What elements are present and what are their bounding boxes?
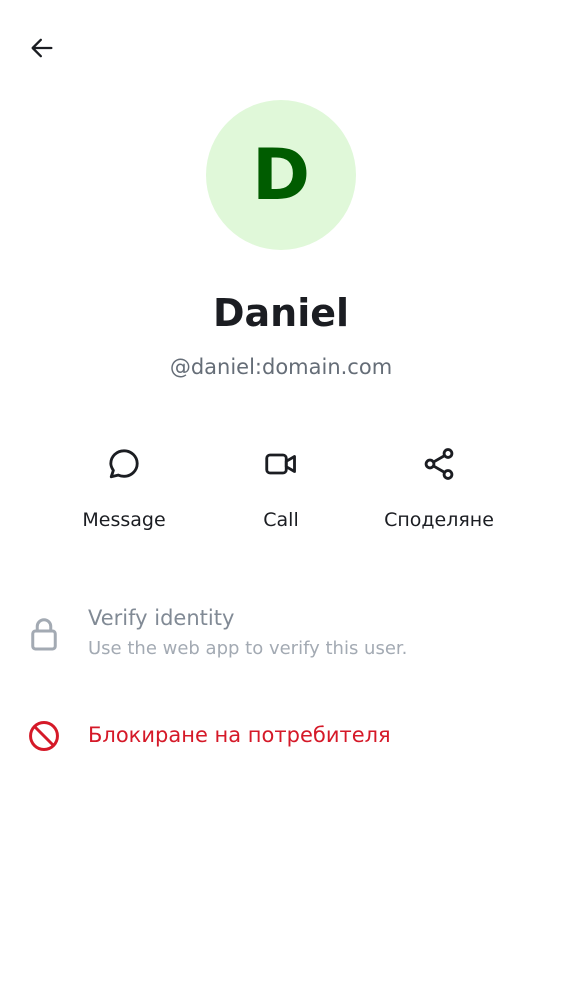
verify-identity-row: Verify identity Use the web app to verif…	[0, 598, 562, 670]
block-user-label: Блокиране на потребителя	[88, 723, 391, 747]
display-name: Daniel	[212, 291, 350, 335]
arrow-left-icon	[28, 34, 56, 67]
share-label: Споделяне	[384, 509, 494, 531]
lock-icon	[26, 616, 62, 652]
avatar: D	[206, 100, 356, 250]
avatar-initial: D	[251, 134, 311, 216]
block-icon	[26, 718, 62, 754]
user-id: @daniel:domain.com	[169, 355, 393, 379]
video-camera-icon	[257, 440, 305, 488]
call-label: Call	[263, 509, 299, 531]
block-user-button[interactable]: Блокиране на потребителя	[0, 712, 562, 760]
call-button[interactable]: Call	[201, 440, 361, 550]
back-button[interactable]	[18, 26, 66, 74]
chat-bubble-icon	[100, 440, 148, 488]
verify-identity-title: Verify identity	[88, 606, 235, 630]
message-button[interactable]: Message	[44, 440, 204, 550]
action-bar: Message Call Споделяне	[0, 440, 562, 550]
message-label: Message	[82, 509, 166, 531]
share-button[interactable]: Споделяне	[359, 440, 519, 550]
verify-identity-subtitle: Use the web app to verify this user.	[88, 638, 408, 659]
share-icon	[415, 440, 463, 488]
